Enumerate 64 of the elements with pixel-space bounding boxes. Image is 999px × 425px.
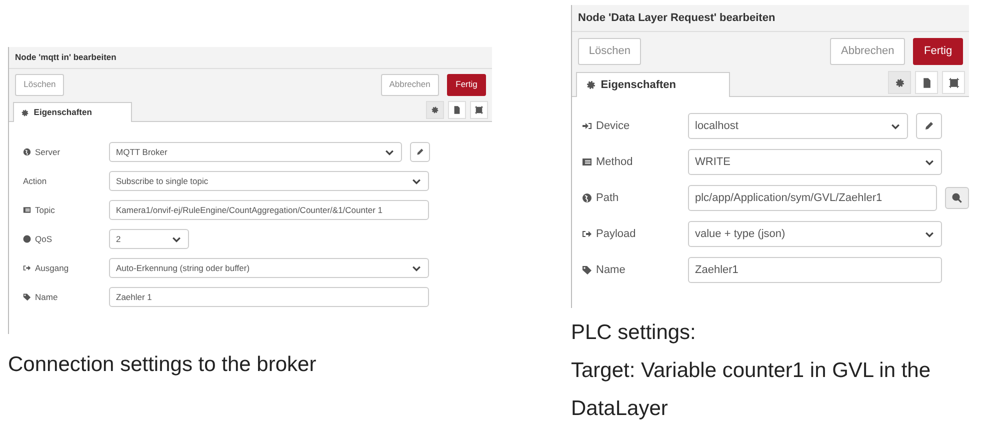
globe-icon	[582, 193, 592, 203]
select-field[interactable]: 2	[109, 229, 189, 249]
sign-out-icon	[582, 229, 592, 239]
caption: Target: Variable counter1 in GVL in the DataLayer	[571, 358, 932, 422]
frame-icon	[948, 78, 958, 88]
field-label: Method	[596, 154, 633, 170]
side-tab[interactable]	[448, 101, 466, 119]
pencil-icon	[924, 121, 934, 131]
frame-icon	[475, 106, 483, 114]
side-tab[interactable]	[426, 101, 444, 119]
sign-in-icon	[582, 121, 592, 131]
text-field[interactable]: Zaehler 1	[109, 287, 429, 307]
action-button[interactable]: Löschen	[15, 74, 64, 96]
text-field[interactable]: plc/app/Application/sym/GVL/Zaehler1	[688, 185, 938, 211]
primary-button[interactable]: Fertig	[446, 74, 486, 96]
field-label: Path	[596, 190, 619, 206]
dialog-title: Node 'mqtt in' bearbeiten	[9, 47, 492, 69]
select-field[interactable]: MQTT Broker	[109, 142, 402, 162]
field-label: Name	[596, 262, 626, 278]
field-label: Server	[35, 146, 60, 158]
document-icon	[453, 106, 461, 114]
field-label: QoS	[35, 232, 52, 246]
pencil-icon	[416, 148, 424, 156]
select-field[interactable]: Subscribe to single topic	[109, 171, 429, 191]
action-button[interactable]: Abbrechen	[830, 38, 906, 64]
gear-icon	[20, 108, 29, 116]
action-button[interactable]: Abbrechen	[380, 74, 439, 96]
field-label: Device	[596, 118, 630, 134]
gear-icon	[431, 106, 439, 114]
search-icon	[952, 193, 962, 203]
gear-icon	[894, 78, 904, 88]
tab[interactable]: Eigenschaften	[576, 72, 730, 97]
side-tab[interactable]	[888, 71, 911, 94]
edit-button[interactable]	[410, 142, 430, 162]
tag-icon	[23, 293, 31, 301]
text-field[interactable]: Kamera1/onvif-ej/RuleEngine/CountAggregation/Counter/&1/Counter 1	[109, 200, 429, 220]
select-field[interactable]: value + type (json)	[688, 221, 942, 247]
side-tab[interactable]	[470, 101, 488, 119]
gear-icon	[586, 80, 596, 90]
tab[interactable]: Eigenschaften	[13, 102, 132, 122]
primary-button[interactable]: Fertig	[913, 38, 963, 64]
side-tab[interactable]	[942, 71, 965, 94]
select-field[interactable]: WRITE	[688, 149, 942, 175]
field-label: Ausgang	[35, 262, 69, 274]
list-icon	[582, 157, 592, 167]
document-icon	[922, 78, 932, 88]
dialog-title: Node 'Data Layer Request' bearbeiten	[572, 5, 969, 32]
tag-icon	[582, 265, 592, 275]
edit-button[interactable]	[916, 113, 942, 139]
field-label: Payload	[596, 226, 636, 242]
side-tab[interactable]	[915, 71, 938, 94]
search-button[interactable]	[945, 187, 969, 209]
field-label: Topic	[35, 204, 55, 216]
action-button[interactable]: Löschen	[578, 38, 642, 64]
sign-out-icon	[23, 264, 31, 272]
field-label: Name	[35, 290, 58, 304]
text-field[interactable]: Zaehler1	[688, 257, 942, 283]
select-field[interactable]: Auto-Erkennung (string oder buffer)	[109, 258, 429, 278]
caption: Connection settings to the broker	[8, 352, 318, 378]
globe-icon	[23, 148, 31, 156]
field-label: Action	[23, 174, 47, 188]
caption: PLC settings:	[571, 320, 697, 346]
select-field[interactable]: localhost	[688, 113, 908, 139]
list-icon	[23, 206, 31, 214]
